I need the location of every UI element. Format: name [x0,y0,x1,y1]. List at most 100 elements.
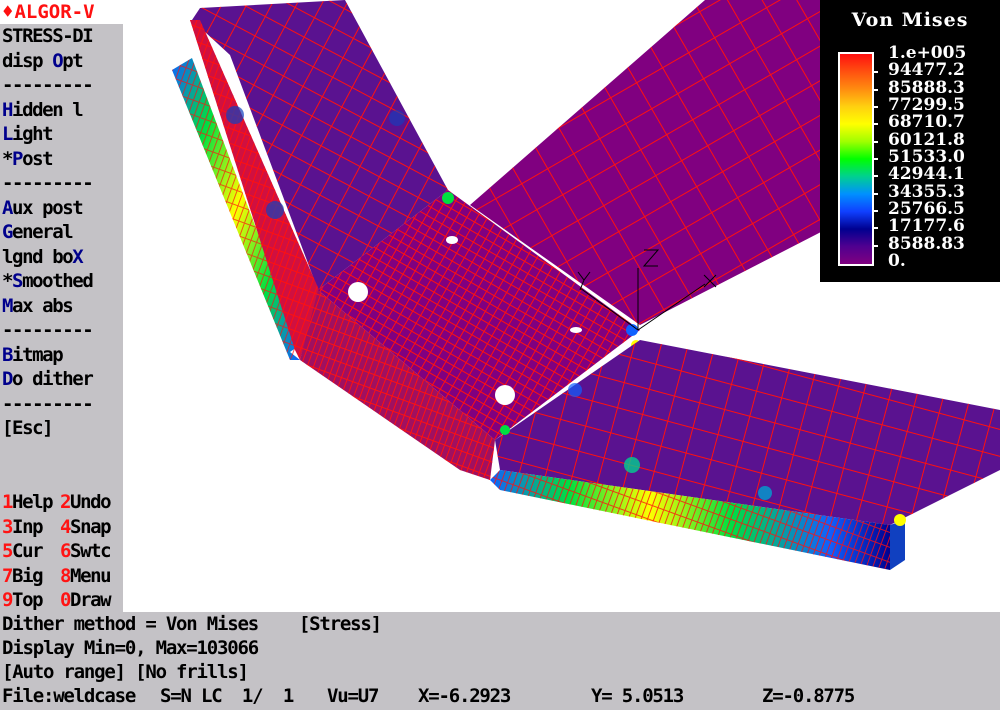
legend-label: 85888.3 [888,77,965,98]
legend-title: Von Mises [851,9,969,31]
menu-item-label: --------- [2,319,94,341]
side-menu: ♦ALGOR-V STRESS-DI disp Opt --------- Hidde… [0,0,123,612]
legend-tick [872,158,878,160]
fkey-number: 2 [60,491,71,513]
menu-item-label: --------- [2,172,94,194]
fkey-label: Big [12,564,44,587]
legend-tick [872,71,878,74]
legend-label: 8588.83 [888,233,965,254]
menu-item-lgnd-box[interactable]: lgnd boX [2,245,84,269]
fkey-number: 6 [60,540,71,562]
menu-separator: --------- [2,318,94,342]
fkey-label: Cur [12,540,44,562]
menu-separator: --------- [2,73,94,97]
menu-item-label: --------- [2,74,94,96]
legend-tick [872,192,878,195]
menu-hotkey: L [2,123,13,145]
legend-label: 17177.6 [888,216,965,237]
app-title: ♦ALGOR-V [0,0,123,24]
fkey-inp[interactable]: 3Inp [2,515,44,539]
fkey-number: 8 [60,564,71,587]
fkey-label: Top [12,589,44,611]
fkey-undo[interactable]: 2Undo [60,490,112,514]
status-dither-method: Dither method = Von Mises [Stress] [2,613,382,635]
menu-item-esc[interactable]: [Esc] [2,416,54,440]
menu-item-stress-di[interactable]: STRESS-DI [2,24,94,48]
menu-hotkey: D [2,368,13,390]
fkey-help[interactable]: 1Help [2,490,54,514]
menu-item-do-dither[interactable]: Do dither [2,367,94,391]
menu-item-light[interactable]: Light [2,122,54,146]
menu-hotkey: X [72,245,83,268]
status-display-range: Display Min=0, Max=103066 [2,637,259,659]
fkey-label: Draw [70,589,112,611]
menu-item-label: STRESS-DI [2,25,94,47]
menu-item-label: eneral [12,221,74,243]
status-x-coord: X=-6.2923 [418,685,511,707]
fkey-label: Swtc [70,540,112,562]
menu-hotkey: B [2,343,13,366]
bolt-hole [570,327,582,333]
menu-item-label: itmap [12,343,64,366]
legend-tick [872,88,878,91]
menu-item-label: moothed [22,270,94,292]
status-y-coord: Y= 5.0513 [591,685,684,707]
menu-item-aux-post[interactable]: Aux post [2,196,84,220]
fkey-cur[interactable]: 5Cur [2,539,44,563]
fkey-number: 4 [60,515,71,538]
fkey-big[interactable]: 7Big [2,564,44,588]
menu-separator: --------- [2,392,94,416]
fkey-number: 9 [2,589,13,611]
fkey-top[interactable]: 9Top [2,588,44,612]
menu-item-hidden-l[interactable]: Hidden l [2,98,84,122]
legend-tick [872,210,878,212]
legend-label: 1.e+005 [888,43,967,63]
menu-item-prefix: lgnd bo [2,245,74,268]
fkey-snap[interactable]: 4Snap [60,515,112,539]
fkey-number: 1 [2,491,13,513]
menu-hotkey: M [2,294,13,317]
fkey-draw[interactable]: 0Draw [60,588,112,612]
bolt-hole [348,282,368,302]
menu-item-label: pt [62,49,83,72]
fkey-label: Snap [70,515,112,538]
menu-item-max-abs[interactable]: Max abs [2,294,74,318]
menu-item-smoothed[interactable]: *Smoothed [2,269,94,293]
menu-item-general[interactable]: General [2,220,74,244]
fkey-number: 3 [2,515,13,538]
menu-item-post[interactable]: *Post [2,147,54,171]
fkey-swtc[interactable]: 6Swtc [60,539,112,563]
fkey-menu[interactable]: 8Menu [60,564,112,588]
fkey-number: 7 [2,564,13,587]
menu-item-label: o dither [12,368,94,390]
legend-tick [872,175,878,178]
legend-tick [872,123,878,126]
menu-hotkey: P [12,147,23,170]
fkey-label: Help [12,491,54,513]
menu-item-prefix: * [2,270,13,292]
menu-item-label: ost [22,147,54,170]
legend-tick [872,140,878,143]
legend-label: 25766.5 [888,199,965,219]
menu-hotkey: A [2,196,13,219]
status-z-coord: Z=-0.8775 [762,685,855,707]
menu-item-label: [Esc] [2,417,54,439]
legend-tick [872,244,878,247]
menu-hotkey: H [2,98,13,121]
menu-item-bitmap[interactable]: Bitmap [2,343,64,367]
fkey-label: Inp [12,515,44,538]
menu-item-label: ight [12,123,54,145]
fkey-label: Menu [70,564,112,587]
fkey-label: Undo [70,491,112,513]
fkey-number: 0 [60,589,71,611]
legend-label: 34355.3 [888,181,965,202]
diamond-icon: ♦ [2,1,14,23]
menu-item-disp-opt[interactable]: disp Opt [2,49,84,73]
menu-item-label: ux post [12,196,84,219]
menu-item-label: --------- [2,392,94,415]
status-area: Dither method = Von Mises [Stress] Displ… [0,612,1000,710]
legend-label: 60121.8 [888,129,965,150]
status-range-options: [Auto range] [No frills] [2,661,249,683]
menu-separator: --------- [2,171,94,195]
legend-tick [872,106,878,108]
